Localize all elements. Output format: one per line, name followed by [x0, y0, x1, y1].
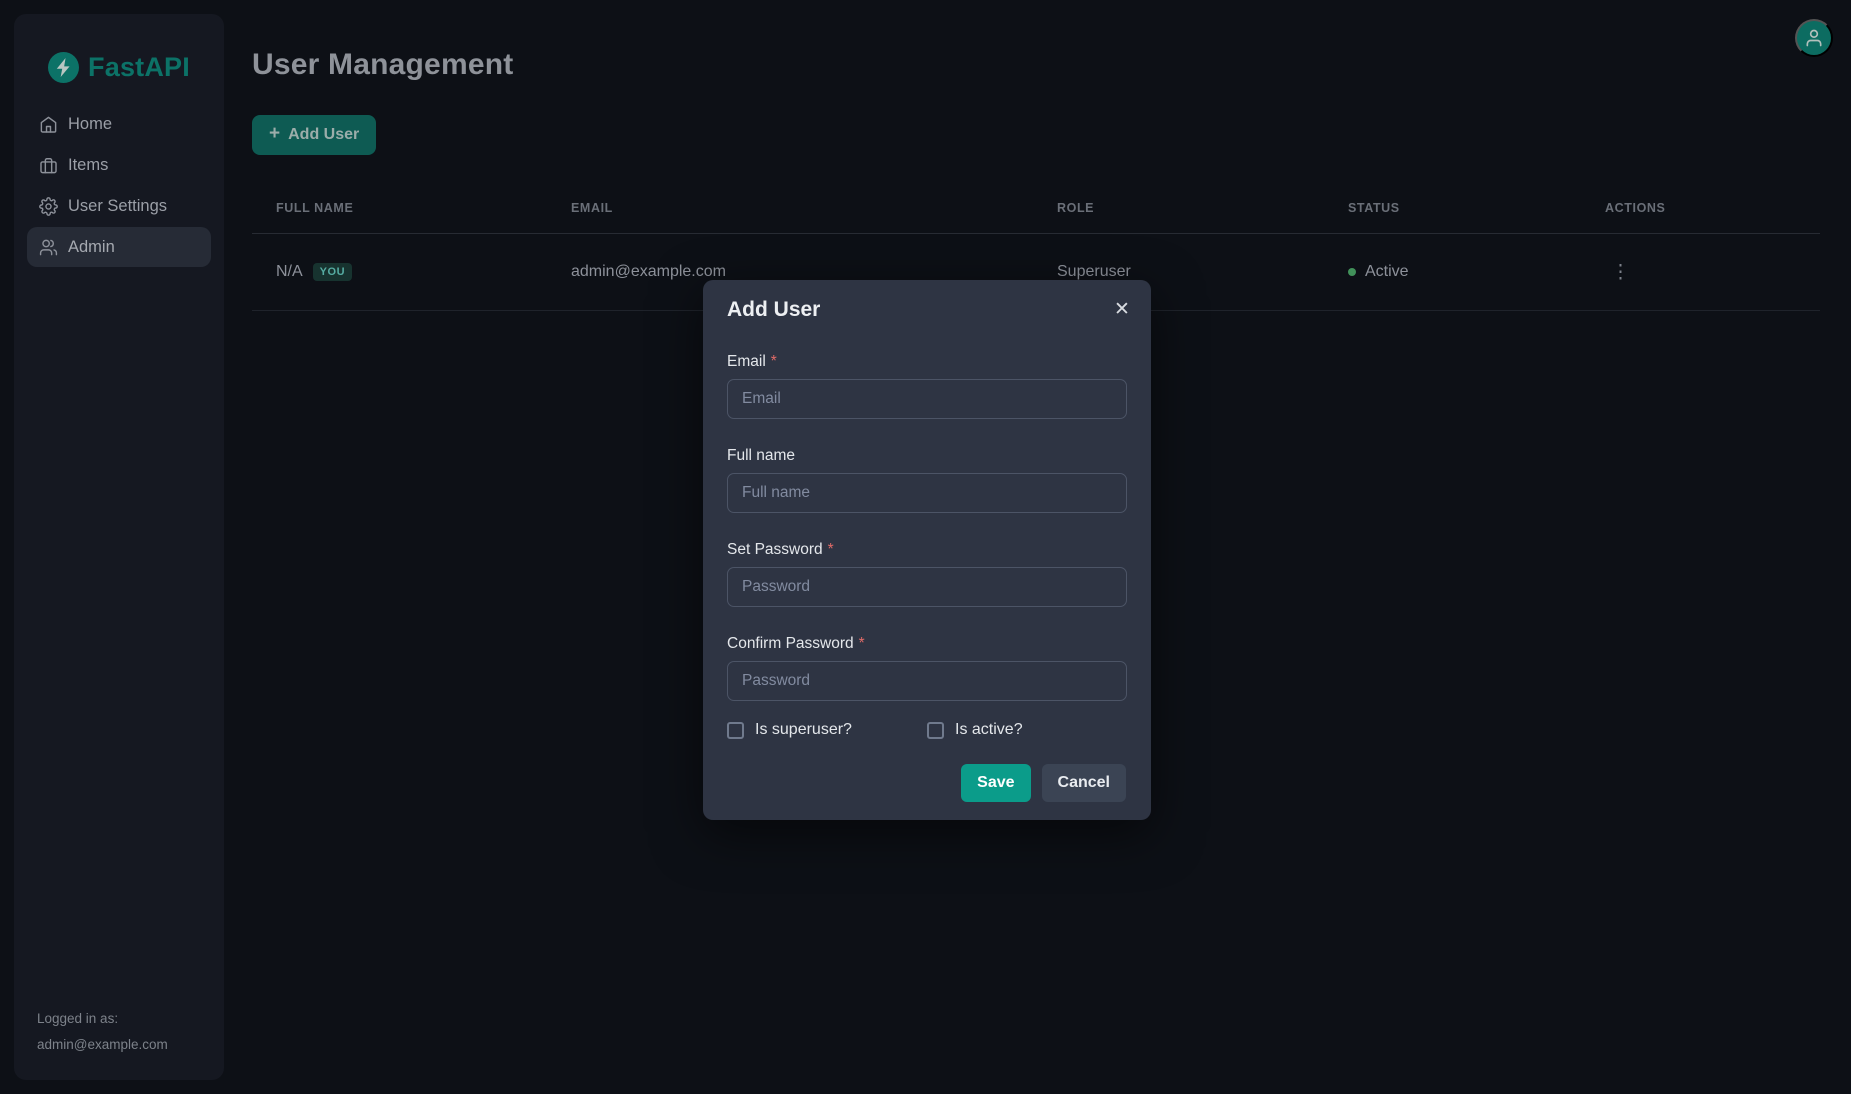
- row-actions-menu-button[interactable]: ⋮: [1605, 259, 1636, 286]
- sidebar-item-label: Admin: [68, 238, 115, 257]
- add-user-button-label: Add User: [288, 126, 359, 144]
- set-password-field[interactable]: [727, 567, 1127, 607]
- modal-buttons: Save Cancel: [961, 764, 1126, 802]
- column-header-status: Status: [1324, 191, 1581, 233]
- save-button[interactable]: Save: [961, 764, 1030, 802]
- sidebar-item-label: Home: [68, 115, 112, 134]
- fastapi-bolt-icon: [48, 52, 79, 83]
- cell-status: Active: [1324, 234, 1581, 310]
- full-name-value: N/A: [276, 263, 303, 281]
- add-user-modal: Add User ✕ Email * Full name Set Password…: [703, 280, 1151, 820]
- email-field[interactable]: [727, 379, 1127, 419]
- sidebar-item-home[interactable]: Home: [27, 104, 211, 144]
- is-active-label: Is active?: [955, 721, 1023, 739]
- sidebar-item-label: User Settings: [68, 197, 167, 216]
- is-superuser-checkbox[interactable]: [727, 722, 744, 739]
- cell-full-name: N/A YOU: [252, 234, 547, 310]
- users-icon: [39, 238, 58, 257]
- full-name-label: Full name: [727, 447, 1127, 465]
- email-label-text: Email: [727, 353, 766, 370]
- full-name-label-text: Full name: [727, 447, 795, 464]
- confirm-password-label: Confirm Password *: [727, 635, 1127, 653]
- full-name-field[interactable]: [727, 473, 1127, 513]
- cancel-button[interactable]: Cancel: [1042, 764, 1126, 802]
- column-header-full-name: Full Name: [252, 191, 547, 233]
- column-header-email: Email: [547, 191, 1033, 233]
- required-marker: *: [828, 541, 834, 558]
- table-header: Full Name Email Role Status Actions: [252, 191, 1820, 234]
- sidebar-nav: Home Items User Settings: [14, 104, 224, 267]
- status-dot: [1348, 268, 1356, 276]
- set-password-label-text: Set Password: [727, 541, 823, 558]
- column-header-actions: Actions: [1581, 191, 1820, 233]
- gear-icon: [39, 197, 58, 216]
- is-superuser-group: Is superuser?: [727, 721, 927, 739]
- home-icon: [39, 115, 58, 134]
- required-marker: *: [771, 353, 777, 370]
- confirm-password-label-text: Confirm Password: [727, 635, 854, 652]
- logged-in-label: Logged in as:: [37, 1006, 168, 1032]
- logged-in-info: Logged in as: admin@example.com: [37, 1006, 168, 1058]
- sidebar-item-admin[interactable]: Admin: [27, 227, 211, 267]
- add-user-button[interactable]: + Add User: [252, 115, 376, 155]
- app-logo-text: FastAPI: [88, 52, 190, 83]
- you-badge: YOU: [313, 263, 352, 281]
- sidebar-item-items[interactable]: Items: [27, 145, 211, 185]
- column-header-role: Role: [1033, 191, 1324, 233]
- modal-title: Add User: [727, 298, 1127, 322]
- status-value: Active: [1365, 263, 1409, 281]
- email-label: Email *: [727, 353, 1127, 371]
- sidebar-item-user-settings[interactable]: User Settings: [27, 186, 211, 226]
- briefcase-icon: [39, 156, 58, 175]
- is-superuser-label: Is superuser?: [755, 721, 852, 739]
- sidebar: FastAPI Home Items: [14, 14, 224, 1080]
- page-title: User Management: [252, 48, 1820, 82]
- plus-icon: +: [269, 123, 280, 145]
- is-active-group: Is active?: [927, 721, 1127, 739]
- confirm-password-field[interactable]: [727, 661, 1127, 701]
- required-marker: *: [859, 635, 865, 652]
- main-content: User Management + Add User Full Name Ema…: [252, 0, 1820, 311]
- logged-in-email: admin@example.com: [37, 1032, 168, 1058]
- close-icon[interactable]: ✕: [1107, 294, 1137, 324]
- cell-actions: ⋮: [1581, 234, 1820, 310]
- sidebar-item-label: Items: [68, 156, 108, 175]
- set-password-label: Set Password *: [727, 541, 1127, 559]
- app-logo: FastAPI: [14, 50, 224, 84]
- modal-checkbox-row: Is superuser? Is active?: [727, 721, 1127, 739]
- is-active-checkbox[interactable]: [927, 722, 944, 739]
